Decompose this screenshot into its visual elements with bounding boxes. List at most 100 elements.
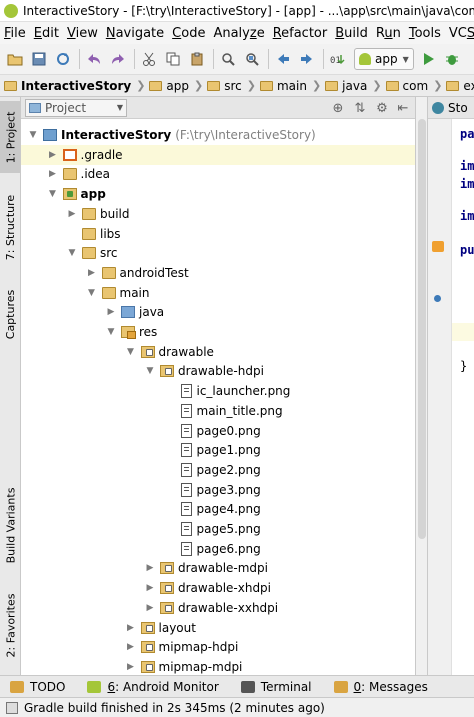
locate-icon[interactable]: ⊕: [329, 99, 347, 117]
collapsed-arrow-icon[interactable]: ▶: [125, 623, 137, 633]
tree-node[interactable]: page5.png: [21, 519, 415, 539]
expanded-arrow-icon[interactable]: ▼: [27, 130, 39, 140]
tree-node[interactable]: page4.png: [21, 499, 415, 519]
tree-node[interactable]: ▶ drawable-xhdpi: [21, 578, 415, 598]
tab-todo[interactable]: TODO: [10, 680, 65, 694]
folder-open-icon[interactable]: [4, 48, 26, 70]
menu-item-refactor[interactable]: Refactor: [269, 26, 332, 41]
collapsed-arrow-icon[interactable]: ▶: [105, 307, 117, 317]
collapsed-arrow-icon[interactable]: ▶: [47, 150, 59, 160]
tab-favorites[interactable]: 2: Favorites: [0, 585, 21, 665]
cut-icon[interactable]: [138, 48, 160, 70]
tree-node[interactable]: page0.png: [21, 421, 415, 441]
collapsed-arrow-icon[interactable]: ▶: [144, 603, 156, 613]
collapsed-arrow-icon[interactable]: ▶: [47, 169, 59, 179]
tree-node[interactable]: ▶ mipmap-hdpi: [21, 637, 415, 657]
tree-node[interactable]: ▼ drawable-hdpi: [21, 361, 415, 381]
gutter-marker-icon[interactable]: [434, 295, 441, 302]
expanded-arrow-icon[interactable]: ▼: [105, 327, 117, 337]
collapsed-arrow-icon[interactable]: ▶: [144, 583, 156, 593]
back-icon[interactable]: [272, 48, 294, 70]
menu-item-view[interactable]: View: [63, 26, 102, 41]
tree-node[interactable]: page3.png: [21, 480, 415, 500]
tree-node[interactable]: page1.png: [21, 440, 415, 460]
run-config-select[interactable]: app ▼: [354, 48, 414, 70]
replace-icon[interactable]: [241, 48, 263, 70]
menu-item-analyze[interactable]: Analyze: [209, 26, 268, 41]
tree-node[interactable]: ▶ build: [21, 204, 415, 224]
editor-area[interactable]: Sto pac im im im pu}: [428, 97, 474, 675]
collapsed-arrow-icon[interactable]: ▶: [144, 563, 156, 573]
tab-captures[interactable]: Captures: [0, 279, 21, 349]
breadcrumb-item[interactable]: example: [446, 79, 474, 93]
expanded-arrow-icon[interactable]: ▼: [144, 366, 156, 376]
tree-node[interactable]: ▶ java: [21, 302, 415, 322]
menu-item-file[interactable]: File: [0, 26, 30, 41]
expanded-arrow-icon[interactable]: ▼: [125, 347, 137, 357]
tab-messages[interactable]: 0: Messages: [333, 680, 428, 694]
breadcrumb-item[interactable]: app: [149, 79, 189, 93]
tree-node[interactable]: ▶ .idea: [21, 164, 415, 184]
scrollbar-thumb[interactable]: [418, 119, 426, 539]
tree-node[interactable]: page2.png: [21, 460, 415, 480]
expanded-arrow-icon[interactable]: ▼: [86, 288, 98, 298]
menu-item-edit[interactable]: Edit: [30, 26, 63, 41]
collapse-all-icon[interactable]: ⇅: [351, 99, 369, 117]
collapsed-arrow-icon[interactable]: ▶: [125, 662, 137, 672]
copy-icon[interactable]: [162, 48, 184, 70]
forward-icon[interactable]: [296, 48, 318, 70]
fold-marker-icon[interactable]: [432, 241, 444, 252]
tree-node[interactable]: page6.png: [21, 539, 415, 559]
tree-node[interactable]: ▶ androidTest: [21, 263, 415, 283]
tree-node[interactable]: ▼ src: [21, 243, 415, 263]
tree-node[interactable]: ▶ drawable-xxhdpi: [21, 598, 415, 618]
tree-node[interactable]: ▼ app: [21, 184, 415, 204]
make-project-icon[interactable]: 01: [327, 48, 349, 70]
breadcrumb-item[interactable]: src: [207, 79, 242, 93]
tree-node[interactable]: ▶ drawable-mdpi: [21, 558, 415, 578]
menu-item-code[interactable]: Code: [168, 26, 209, 41]
redo-icon[interactable]: [107, 48, 129, 70]
menu-item-vcs[interactable]: VCS: [445, 26, 474, 41]
status-toggle-icon[interactable]: [6, 701, 18, 714]
settings-icon[interactable]: ⚙: [373, 99, 391, 117]
tab-structure[interactable]: 7: Structure: [0, 187, 21, 267]
menu-item-build[interactable]: Build: [331, 26, 372, 41]
tree-node[interactable]: ▶ mipmap-mdpi: [21, 657, 415, 675]
collapsed-arrow-icon[interactable]: ▶: [125, 642, 137, 652]
tab-android-monitor[interactable]: 6: Android Monitor: [87, 680, 219, 694]
tab-build-variants[interactable]: Build Variants: [0, 475, 21, 575]
tree-node[interactable]: ▼ res: [21, 322, 415, 342]
sync-icon[interactable]: [52, 48, 74, 70]
tree-node[interactable]: ▼ main: [21, 283, 415, 303]
run-icon[interactable]: [417, 48, 439, 70]
expanded-arrow-icon[interactable]: ▼: [47, 189, 59, 199]
tree-node[interactable]: ▼ drawable: [21, 342, 415, 362]
save-icon[interactable]: [28, 48, 50, 70]
hide-panel-icon[interactable]: ⇤: [394, 99, 412, 117]
editor-tab-label[interactable]: Sto: [448, 101, 468, 115]
tree-node[interactable]: libs: [21, 224, 415, 244]
undo-icon[interactable]: [83, 48, 105, 70]
breadcrumb-item[interactable]: com: [385, 79, 428, 93]
breadcrumb-item[interactable]: java: [325, 79, 367, 93]
tree-node[interactable]: ▼ InteractiveStory (F:\try\InteractiveStor…: [21, 125, 415, 145]
expanded-arrow-icon[interactable]: ▼: [66, 248, 78, 258]
breadcrumb-item[interactable]: main: [259, 79, 307, 93]
project-view-select[interactable]: Project ▼: [25, 98, 127, 117]
paste-icon[interactable]: [186, 48, 208, 70]
menu-item-run[interactable]: Run: [372, 26, 405, 41]
tree-node[interactable]: main_title.png: [21, 401, 415, 421]
find-icon[interactable]: [217, 48, 239, 70]
tree-node[interactable]: ic_launcher.png: [21, 381, 415, 401]
tab-terminal[interactable]: Terminal: [240, 680, 312, 694]
collapsed-arrow-icon[interactable]: ▶: [66, 209, 78, 219]
tab-project[interactable]: 1: Project: [0, 101, 21, 173]
breadcrumb-item[interactable]: InteractiveStory: [4, 79, 131, 93]
project-tree-scrollbar[interactable]: [416, 97, 428, 675]
collapsed-arrow-icon[interactable]: ▶: [86, 268, 98, 278]
tree-node[interactable]: ▶ .gradle: [21, 144, 415, 165]
menu-item-navigate[interactable]: Navigate: [102, 26, 168, 41]
menu-item-tools[interactable]: Tools: [405, 26, 445, 41]
tree-node[interactable]: ▶ layout: [21, 618, 415, 638]
